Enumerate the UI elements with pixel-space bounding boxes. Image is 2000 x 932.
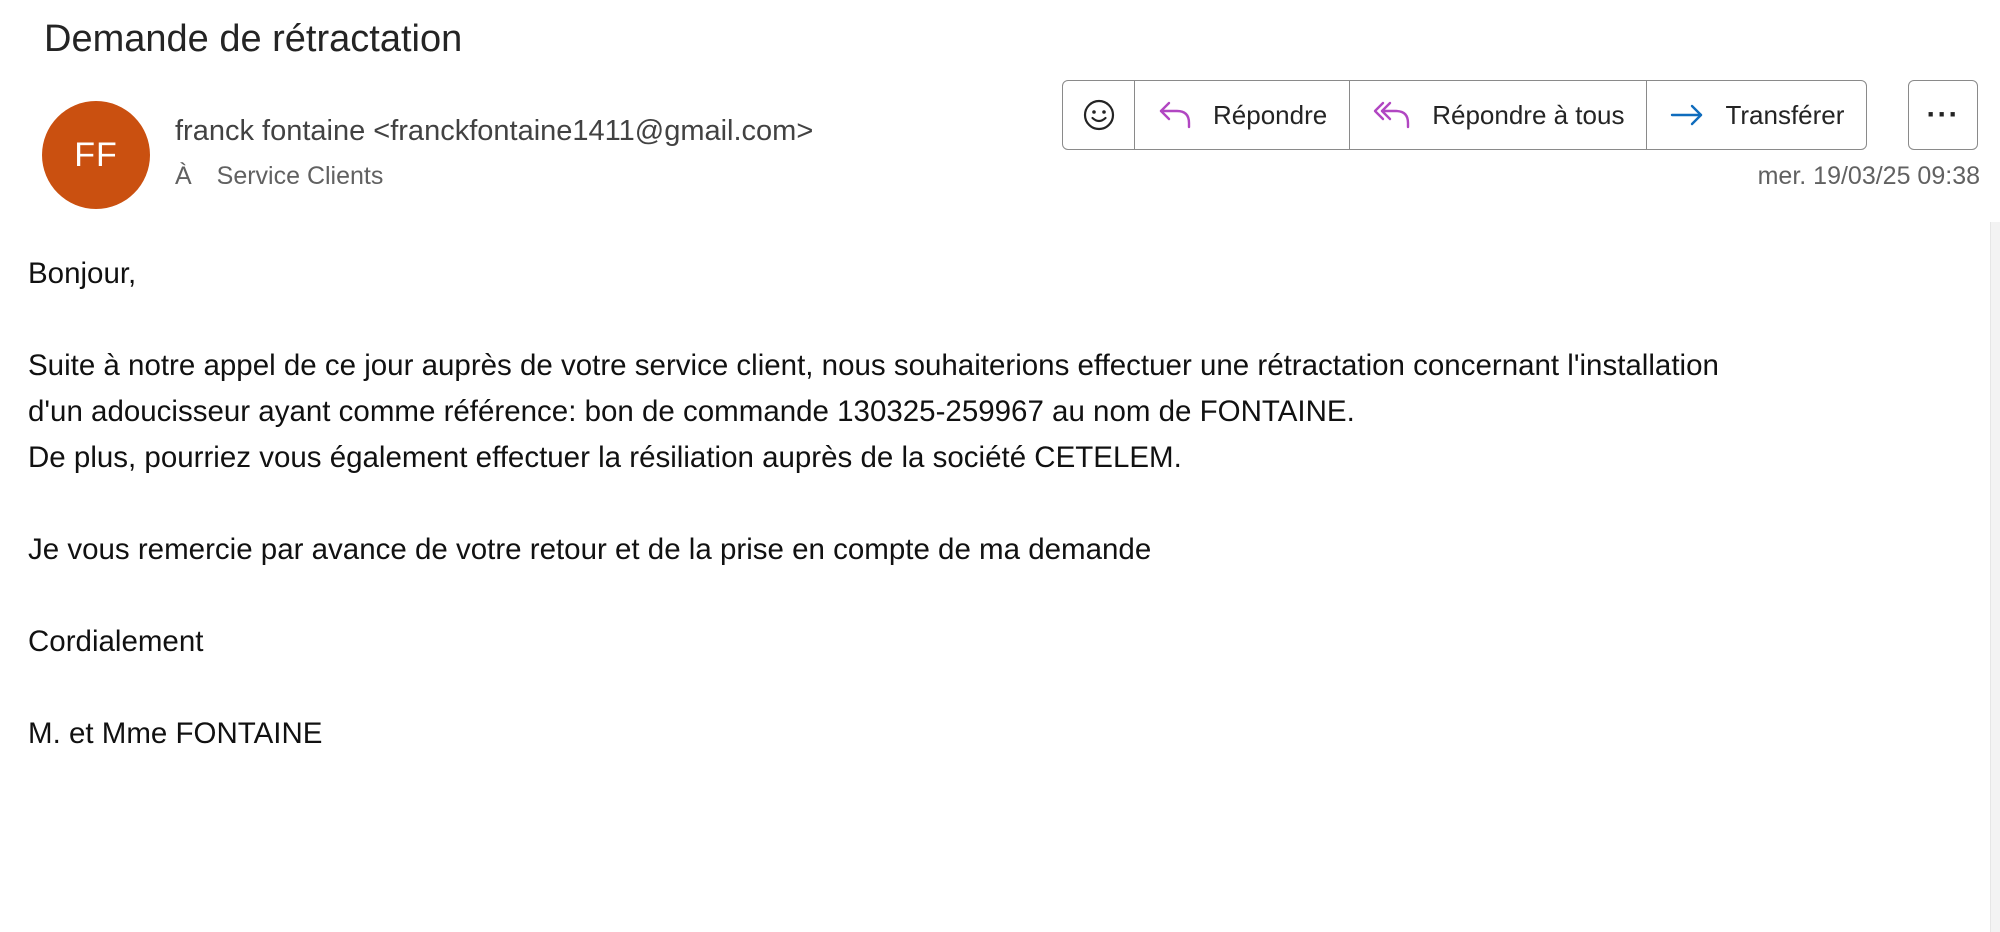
forward-label: Transférer — [1725, 99, 1845, 130]
emoji-smile-icon — [1083, 99, 1114, 131]
signature: M. et Mme FONTAINE — [28, 717, 323, 750]
sender-name[interactable]: franck fontaine <franckfontaine1411@gmai… — [175, 115, 813, 148]
scrollbar-track[interactable] — [1990, 222, 2000, 932]
body-line: d'un adoucisseur ayant comme référence: … — [28, 395, 1355, 428]
to-label: À — [175, 162, 192, 190]
reply-icon — [1159, 101, 1191, 129]
body-line: De plus, pourriez vous également effectu… — [28, 441, 1182, 474]
message-actions-toolbar: Répondre Répondre à tous Transférer — [1062, 80, 1868, 150]
forward-button[interactable]: Transférer — [1647, 81, 1866, 149]
reply-all-label: Répondre à tous — [1432, 99, 1625, 130]
reply-all-button[interactable]: Répondre à tous — [1350, 81, 1648, 149]
reply-label: Répondre — [1213, 99, 1328, 130]
more-dots-icon: ··· — [1926, 98, 1960, 131]
body-line: Suite à notre appel de ce jour auprès de… — [28, 349, 1719, 382]
email-timestamp: mer. 19/03/25 09:38 — [1757, 162, 1980, 190]
email-subject: Demande de rétractation — [44, 18, 463, 60]
body-line: Je vous remercie par avance de votre ret… — [28, 533, 1152, 566]
recipient-name[interactable]: Service Clients — [217, 162, 384, 190]
email-body: Bonjour, Suite à notre appel de ce jour … — [28, 251, 1978, 757]
recipients-line: À Service Clients — [175, 162, 383, 191]
avatar-initials: FF — [74, 135, 118, 174]
reply-button[interactable]: Répondre — [1135, 81, 1351, 149]
reply-all-icon — [1374, 101, 1410, 129]
greeting: Bonjour, — [28, 257, 137, 290]
more-actions-button[interactable]: ··· — [1908, 80, 1978, 150]
reaction-button[interactable] — [1063, 81, 1135, 149]
closing: Cordialement — [28, 625, 204, 658]
forward-arrow-icon — [1671, 104, 1703, 126]
sender-avatar[interactable]: FF — [42, 101, 150, 209]
email-reading-pane: Demande de rétractation FF franck fontai… — [0, 0, 2000, 932]
